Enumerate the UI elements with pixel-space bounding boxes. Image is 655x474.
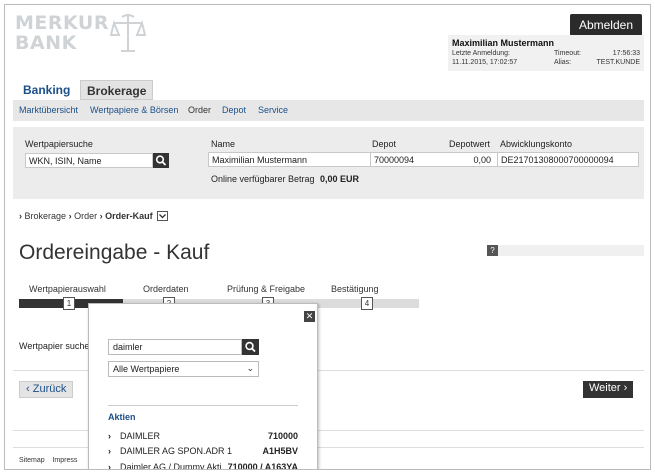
chevron-right-icon: › <box>108 431 111 441</box>
breadcrumb-dropdown[interactable] <box>157 211 169 221</box>
browser-page: MERKUR BANK Abmelden Maximilian Musterma… <box>4 4 651 470</box>
step-label-pruefung: Prüfung & Freigabe <box>227 284 306 294</box>
security-type-select[interactable]: Alle Wertpapiere ⌄ <box>108 361 259 377</box>
depotwert-value: 0,00 <box>473 155 491 165</box>
bank-logo: MERKUR BANK <box>15 13 155 57</box>
result-name: DAIMLER AG SPON.ADR 1 <box>120 446 233 456</box>
back-button[interactable]: ‹ Zurück <box>19 381 74 398</box>
security-search-input[interactable]: WKN, ISIN, Name <box>25 153 153 168</box>
subnav-wertpapiere[interactable]: Wertpapiere & Börsen <box>90 105 178 115</box>
result-name: Daimler AG / Dummy Akti <box>120 462 222 470</box>
back-button-label: Zurück <box>32 383 67 395</box>
subnav-depot[interactable]: Depot <box>222 105 246 115</box>
last-login-value: 11.11.2015, 17:02:57 <box>452 59 518 66</box>
chevron-down-icon: ⌄ <box>246 363 254 373</box>
col-name-label: Name <box>211 139 236 149</box>
breadcrumb-order[interactable]: Order <box>74 211 97 221</box>
step-label-wertpapierauswahl: Wertpapierauswahl <box>29 284 106 294</box>
step-label-bestaetigung: Bestätigung <box>331 284 379 294</box>
abwicklungskonto-field: DE21701308000700000094 <box>497 152 639 167</box>
user-info-box: Maximilian Mustermann Letzte Anmeldung: … <box>448 35 644 71</box>
result-item[interactable]: › DAIMLER AG SPON.ADR 1 A1H5BV <box>108 446 298 460</box>
logo-line-1: MERKUR <box>15 12 109 34</box>
result-name: DAIMLER <box>120 431 161 441</box>
result-wkn: 710000 / A163YA <box>227 462 298 470</box>
result-wkn: A1H5BV <box>262 446 298 456</box>
result-item[interactable]: › Daimler AG / Dummy Akti 710000 / A163Y… <box>108 462 298 470</box>
col-depotwert-label: Depotwert <box>449 139 491 149</box>
logout-button[interactable]: Abmelden <box>569 14 642 36</box>
last-login-label: Letzte Anmeldung: <box>452 50 510 57</box>
logo-text: MERKUR BANK <box>15 13 109 53</box>
footer-impressum[interactable]: Impress <box>52 457 77 464</box>
result-item[interactable]: › DAIMLER 710000 <box>108 431 298 445</box>
breadcrumb-brokerage[interactable]: Brokerage <box>25 211 67 221</box>
tab-brokerage[interactable]: Brokerage <box>80 80 154 100</box>
breadcrumb-order-kauf: Order-Kauf <box>105 211 153 221</box>
logo-line-2: BANK <box>15 32 77 54</box>
close-icon[interactable]: ✕ <box>304 311 315 322</box>
breadcrumb: › Brokerage › Order › Order-Kauf <box>19 211 169 221</box>
step-4: 4 <box>361 297 373 310</box>
chevron-right-icon: › <box>99 211 103 221</box>
available-amount-value: 0,00 EUR <box>320 174 360 184</box>
footer-sitemap[interactable]: Sitemap <box>19 457 45 464</box>
security-type-value: Alle Wertpapiere <box>113 364 180 374</box>
step-label-orderdaten: Orderdaten <box>143 284 189 294</box>
search-icon <box>245 341 256 353</box>
timeout-value: 17:56:33 <box>612 50 640 57</box>
alias-value: TEST.KUNDE <box>596 59 640 66</box>
available-amount-label: Online verfügbarer Betrag <box>211 174 315 184</box>
wertpapier-suche-label: Wertpapier suche <box>19 341 90 351</box>
user-name: Maximilian Mustermann <box>452 38 555 48</box>
results-heading-aktien: Aktien <box>108 412 136 422</box>
chevron-right-icon: › <box>108 462 111 470</box>
chevron-right-icon: › <box>108 446 111 456</box>
alias-label: Alias: <box>554 59 572 66</box>
help-icon[interactable]: ? <box>487 245 498 256</box>
chevron-right-icon: › <box>19 211 22 221</box>
next-button-label: Weiter <box>589 382 621 394</box>
chevron-left-icon: ‹ <box>26 383 33 395</box>
subnav-service[interactable]: Service <box>258 105 288 115</box>
chevron-right-icon: › <box>620 382 628 394</box>
step-1: 1 <box>63 297 75 310</box>
chevron-down-icon <box>159 214 167 219</box>
page-title: Ordereingabe - Kauf <box>19 241 210 264</box>
footer: Sitemap Impress <box>19 457 77 464</box>
chevron-right-icon: › <box>68 211 72 221</box>
divider <box>108 405 298 406</box>
mercury-scales-icon <box>110 14 146 52</box>
search-label: Wertpapiersuche <box>25 139 93 149</box>
name-field: Maximilian Mustermann <box>208 152 371 167</box>
col-abwicklungskonto-label: Abwicklungskonto <box>500 139 573 149</box>
popup-search-input[interactable]: daimler <box>108 339 242 355</box>
sub-navigation: Marktübersicht Wertpapiere & Börsen Orde… <box>13 100 644 121</box>
popup-search-button[interactable] <box>242 339 259 355</box>
tab-banking[interactable]: Banking <box>17 80 76 100</box>
search-button[interactable] <box>153 153 169 168</box>
next-button[interactable]: Weiter › <box>583 381 634 398</box>
subnav-order[interactable]: Order <box>188 105 211 115</box>
subnav-marktuebersicht[interactable]: Marktübersicht <box>19 105 78 115</box>
order-header-panel: Wertpapiersuche WKN, ISIN, Name Name Dep… <box>13 127 644 199</box>
result-wkn: 710000 <box>267 431 298 441</box>
help-bar <box>487 245 644 256</box>
search-icon <box>155 155 167 166</box>
col-depot-label: Depot <box>372 139 397 149</box>
timeout-label: Timeout: <box>554 50 581 57</box>
security-search-popup: ✕ daimler Alle Wertpapiere ⌄ Aktien › DA… <box>88 303 318 470</box>
